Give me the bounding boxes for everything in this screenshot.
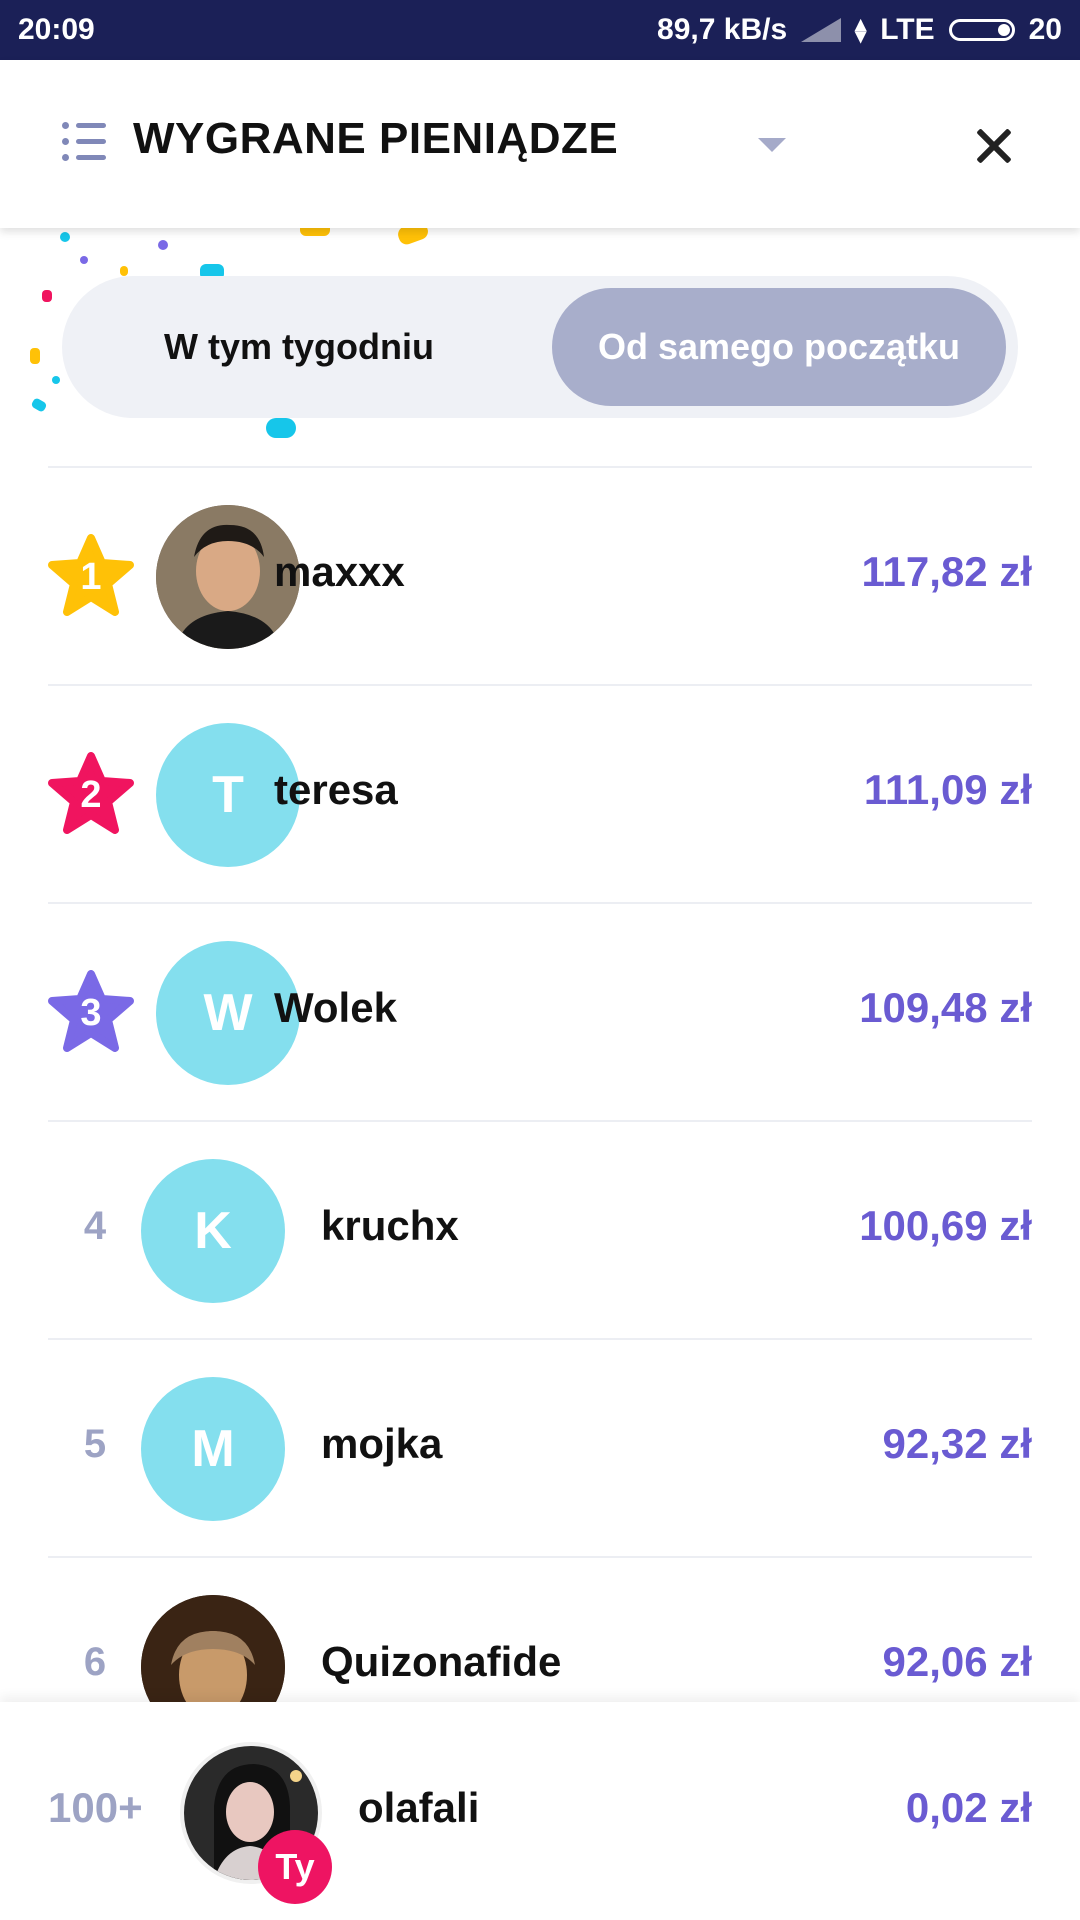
rank-number: 3 xyxy=(80,992,102,1034)
list-item[interactable]: 3 W Wolek 109,48 zł xyxy=(48,902,1032,1122)
tab-all-time[interactable]: Od samego początku xyxy=(552,288,1006,406)
battery-level: 20 xyxy=(1028,13,1062,46)
avatar[interactable]: M xyxy=(141,1377,285,1521)
period-toggle: W tym tygodniu Od samego początku xyxy=(62,276,1018,418)
status-right: 89,7 kB/s ▴ ▾ LTE 20 xyxy=(657,13,1062,47)
list-item[interactable]: 1 maxxx 117,82 zł xyxy=(48,466,1032,686)
list-icon[interactable] xyxy=(62,122,106,162)
current-user-row[interactable]: 100+ Ty olafali 0,02 zł xyxy=(0,1702,1080,1920)
rank-number: 4 xyxy=(83,1204,107,1248)
user-name: teresa xyxy=(274,766,398,813)
status-time: 20:09 xyxy=(18,13,95,46)
close-icon[interactable] xyxy=(974,124,1018,168)
amount-won: 109,48 zł xyxy=(859,984,1032,1031)
signal-icon xyxy=(801,18,842,42)
rank-star-pink-icon: 2 xyxy=(48,752,134,836)
net-speed: 89,7 kB/s xyxy=(657,13,788,46)
user-name: mojka xyxy=(321,1420,443,1467)
list-item[interactable]: 2 T teresa 111,09 zł xyxy=(48,684,1032,904)
amount-won: 111,09 zł xyxy=(863,766,1032,813)
amount-won: 92,06 zł xyxy=(882,1638,1032,1685)
status-bar: 20:09 89,7 kB/s ▴ ▾ LTE 20 xyxy=(0,0,1080,60)
chevron-down-icon[interactable] xyxy=(758,138,786,152)
user-name: olafali xyxy=(358,1784,480,1831)
network-type: LTE xyxy=(880,13,935,46)
app-header: WYGRANE PIENIĄDZE xyxy=(0,60,1080,228)
rank-number: 5 xyxy=(83,1422,107,1466)
list-item[interactable]: 5 M mojka 92,32 zł xyxy=(48,1338,1032,1558)
rank-number: 100+ xyxy=(48,1784,143,1831)
battery-icon xyxy=(948,19,1015,41)
rank-number: 2 xyxy=(80,774,102,816)
data-transfer-icon: ▴ ▾ xyxy=(855,11,867,48)
rank-number: 1 xyxy=(80,556,102,598)
amount-won: 0,02 zł xyxy=(905,1784,1032,1831)
user-name: Wolek xyxy=(274,984,397,1031)
amount-won: 92,32 zł xyxy=(882,1420,1032,1467)
rank-star-gold-icon: 1 xyxy=(48,534,134,618)
page-title[interactable]: WYGRANE PIENIĄDZE xyxy=(133,114,618,164)
amount-won: 100,69 zł xyxy=(859,1202,1032,1249)
you-badge: Ty xyxy=(258,1830,332,1904)
user-name: Quizonafide xyxy=(321,1638,562,1685)
rank-star-purple-icon: 3 xyxy=(48,970,134,1054)
avatar[interactable]: K xyxy=(141,1159,285,1303)
tab-this-week[interactable]: W tym tygodniu xyxy=(62,288,536,406)
user-name: kruchx xyxy=(321,1202,459,1249)
rank-number: 6 xyxy=(83,1640,107,1684)
list-item[interactable]: 4 K kruchx 100,69 zł xyxy=(48,1120,1032,1340)
amount-won: 117,82 zł xyxy=(861,548,1032,595)
user-name: maxxx xyxy=(274,548,405,595)
